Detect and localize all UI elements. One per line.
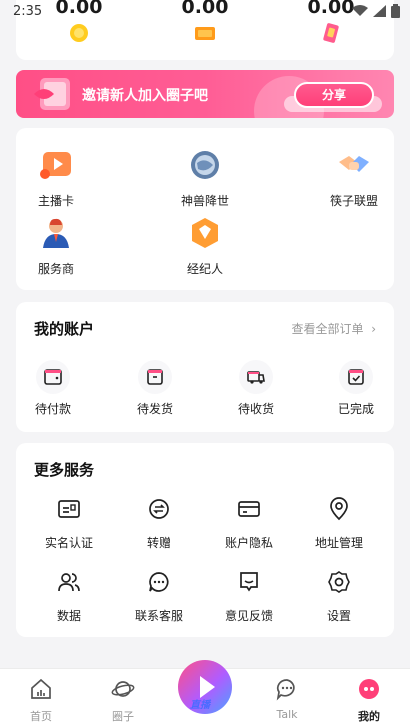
order-icon-circle [36, 360, 70, 394]
service-data[interactable]: 数据 [24, 570, 114, 624]
role-beast[interactable]: 神兽降世 [155, 148, 255, 209]
invite-banner[interactable]: 邀请新人加入圈子吧 分享 [16, 70, 394, 118]
service-label: 设置 [326, 609, 351, 623]
battery-icon [391, 4, 400, 18]
check-box-icon [348, 369, 364, 385]
role-agent[interactable]: 经纪人 [155, 216, 255, 277]
role-label: 神兽降世 [180, 194, 229, 208]
role-service-provider[interactable]: 服务商 [6, 216, 106, 277]
status-time: 2:35 [13, 4, 43, 19]
services-card: 更多服务 实名认证 转赠 账户隐私 地址管理 数据 联系客服 意见反馈 设置 [16, 443, 394, 637]
nav-home[interactable]: 首页 [11, 677, 71, 724]
nav-label: Talk [276, 708, 298, 721]
service-label: 实名认证 [44, 536, 93, 550]
role-chopsticks-alliance[interactable]: 筷子联盟 [304, 148, 404, 209]
talk-icon [276, 679, 295, 701]
nav-talk[interactable]: Talk [257, 677, 317, 721]
credit-card-icon [238, 501, 260, 517]
roles-card: 主播卡 神兽降世 筷子联盟 服务商 经纪人 [16, 128, 394, 290]
service-address-management[interactable]: 地址管理 [294, 497, 384, 551]
share-button[interactable]: 分享 [294, 82, 374, 108]
service-label: 转赠 [146, 536, 171, 550]
order-pending-payment[interactable]: 待付款 [13, 360, 93, 417]
role-label: 主播卡 [37, 194, 74, 208]
feedback-icon [240, 572, 258, 592]
home-icon [31, 678, 51, 699]
order-label: 已完成 [337, 402, 374, 416]
order-label: 待发货 [136, 402, 173, 416]
order-pending-receipt[interactable]: 待收货 [216, 360, 296, 417]
order-icon-circle [239, 360, 273, 394]
agent-gem-icon [192, 218, 218, 248]
nav-mine[interactable]: 我的 [339, 677, 399, 724]
role-label: 筷子联盟 [329, 194, 378, 208]
service-label: 数据 [56, 609, 81, 623]
id-card-icon [58, 500, 80, 518]
order-icon-circle [339, 360, 373, 394]
order-icon-circle [138, 360, 172, 394]
signal-icon [373, 5, 386, 17]
service-real-name-auth[interactable]: 实名认证 [24, 497, 114, 551]
anchor-card-icon [40, 152, 71, 179]
nav-circle[interactable]: 圈子 [93, 677, 153, 724]
view-all-label: 查看全部订单 [291, 322, 364, 336]
truck-icon [247, 371, 265, 384]
order-completed[interactable]: 已完成 [316, 360, 396, 417]
wallet-icon [44, 369, 62, 385]
box-icon [147, 369, 163, 385]
role-label: 经纪人 [186, 262, 223, 276]
role-anchor-card[interactable]: 主播卡 [6, 148, 106, 209]
service-account-privacy[interactable]: 账户隐私 [204, 497, 294, 551]
profile-icon [359, 679, 379, 699]
service-feedback[interactable]: 意见反馈 [204, 570, 294, 624]
gold-coin-icon [70, 24, 88, 42]
handshake-icon [339, 156, 369, 172]
service-provider-icon [43, 218, 69, 248]
transfer-icon [149, 499, 169, 519]
order-label: 待收货 [237, 402, 274, 416]
globe-icon [191, 151, 219, 179]
account-card: 我的账户 查看全部订单 › 待付款 待发货 待收货 已完成 [16, 302, 394, 432]
settings-icon [328, 571, 350, 593]
wifi-icon [352, 5, 368, 16]
service-label: 地址管理 [314, 536, 363, 550]
nav-label: 圈子 [112, 710, 134, 723]
order-pending-shipment[interactable]: 待发货 [115, 360, 195, 417]
order-label: 待付款 [34, 402, 71, 416]
nav-label: 我的 [358, 710, 380, 723]
users-icon [58, 573, 80, 592]
service-transfer[interactable]: 转赠 [114, 497, 204, 551]
account-title: 我的账户 [34, 320, 95, 338]
planet-icon [111, 681, 135, 697]
banner-text: 邀请新人加入圈子吧 [82, 88, 208, 104]
live-label: 直播 [190, 700, 210, 711]
service-settings[interactable]: 设置 [294, 570, 384, 624]
chevron-right-icon: › [367, 322, 376, 336]
invite-lips-icon [34, 78, 70, 110]
card-gem-icon [323, 23, 339, 43]
service-label: 意见反馈 [224, 609, 273, 623]
chat-icon [149, 572, 169, 592]
role-label: 服务商 [37, 262, 74, 276]
service-label: 账户隐私 [224, 536, 273, 550]
ticket-icon [195, 27, 215, 40]
service-label: 联系客服 [134, 609, 183, 623]
nav-label: 首页 [30, 710, 52, 723]
view-all-orders-link[interactable]: 查看全部订单 › [292, 320, 376, 337]
services-title: 更多服务 [34, 461, 95, 479]
service-customer-support[interactable]: 联系客服 [114, 570, 204, 624]
status-icons [352, 4, 400, 18]
location-icon [330, 497, 348, 521]
status-bar: 2:35 [0, 0, 410, 24]
